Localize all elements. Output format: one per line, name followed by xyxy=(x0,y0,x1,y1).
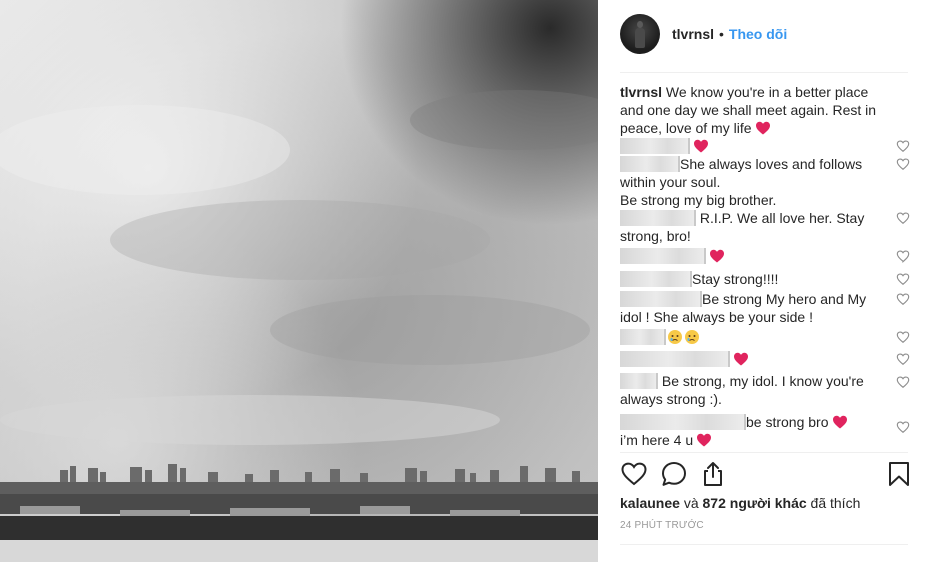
comment-item xyxy=(620,247,920,265)
comment-like-heart-icon[interactable] xyxy=(896,375,910,389)
comment-item xyxy=(620,137,920,155)
comment-like-heart-icon[interactable] xyxy=(896,211,910,225)
blurred-username xyxy=(620,271,692,287)
post-timestamp[interactable]: 24 PHÚT TRƯỚC xyxy=(620,520,704,531)
red-heart-emoji xyxy=(694,139,708,153)
blurred-username xyxy=(620,329,666,345)
blurred-username xyxy=(620,210,696,226)
liker-username[interactable]: kalaunee xyxy=(620,495,680,511)
post-side-panel: tlvrnsl • Theo dõi tlvrnsl We know you'r… xyxy=(598,0,926,562)
blurred-username xyxy=(620,414,746,430)
comment-item: She always loves and follows xyxy=(620,155,920,173)
post-actions xyxy=(620,460,910,490)
divider xyxy=(620,452,908,453)
comment-item: Stay strong!!!! xyxy=(620,270,920,288)
comment-line: within your soul. xyxy=(620,174,721,190)
share-icon[interactable] xyxy=(699,460,727,488)
caption-line: and one day we shall meet again. Rest in xyxy=(620,102,877,118)
crying-face-emoji xyxy=(668,330,682,344)
follow-button[interactable]: Theo dõi xyxy=(729,26,787,42)
blurred-username xyxy=(620,156,680,172)
red-heart-emoji xyxy=(734,352,748,366)
blurred-username xyxy=(620,138,690,154)
red-heart-emoji xyxy=(832,415,847,429)
red-heart-emoji xyxy=(710,249,724,263)
post-photo[interactable] xyxy=(0,0,598,562)
bookmark-icon[interactable] xyxy=(885,460,913,488)
comment-line: Be strong my big brother. xyxy=(620,192,777,208)
comment-like-heart-icon[interactable] xyxy=(896,330,910,344)
avatar[interactable] xyxy=(620,14,660,54)
comment-item: Be strong My hero and My xyxy=(620,290,920,308)
heart-outline-icon[interactable] xyxy=(620,460,648,488)
red-heart-emoji xyxy=(697,433,712,447)
caption-line: tlvrnsl We know you're in a better place xyxy=(620,84,869,100)
likes-summary[interactable]: kalaunee và 872 người khác đã thích xyxy=(620,495,860,511)
divider xyxy=(620,72,908,73)
likes-count[interactable]: 872 người khác xyxy=(703,495,807,511)
comment-like-heart-icon[interactable] xyxy=(896,139,910,153)
comment-like-heart-icon[interactable] xyxy=(896,272,910,286)
post-header: tlvrnsl • Theo dõi xyxy=(620,14,908,54)
comment-item: R.I.P. We all love her. Stay xyxy=(620,209,920,227)
caption-username[interactable]: tlvrnsl xyxy=(620,84,662,100)
comment-line: i’m here 4 u xyxy=(620,431,920,449)
comment-line: idol ! She always be your side ! xyxy=(620,309,813,325)
blurred-username xyxy=(620,248,706,264)
comment-line: strong, bro! xyxy=(620,228,691,244)
comment-like-heart-icon[interactable] xyxy=(896,292,910,306)
author-username[interactable]: tlvrnsl xyxy=(672,26,714,42)
crying-face-emoji xyxy=(685,330,699,344)
comment-like-heart-icon[interactable] xyxy=(896,352,910,366)
divider xyxy=(620,544,908,545)
comment-line: always strong :). xyxy=(620,391,722,407)
comment-item: be strong bro xyxy=(620,413,920,433)
header-separator: • xyxy=(719,26,724,42)
comment-like-heart-icon[interactable] xyxy=(896,249,910,263)
comment-item xyxy=(620,328,920,346)
sky-city-photo xyxy=(0,0,598,562)
caption-line: peace, love of my life xyxy=(620,119,920,137)
comment-like-heart-icon[interactable] xyxy=(896,157,910,171)
blurred-username xyxy=(620,291,702,307)
comment-item: Be strong, my idol. I know you're xyxy=(620,372,920,390)
red-heart-emoji xyxy=(755,121,770,135)
comment-icon[interactable] xyxy=(660,460,688,488)
comment-list: tlvrnsl We know you're in a better place… xyxy=(620,83,920,449)
comment-item xyxy=(620,350,920,368)
blurred-username xyxy=(620,351,730,367)
blurred-username xyxy=(620,373,658,389)
